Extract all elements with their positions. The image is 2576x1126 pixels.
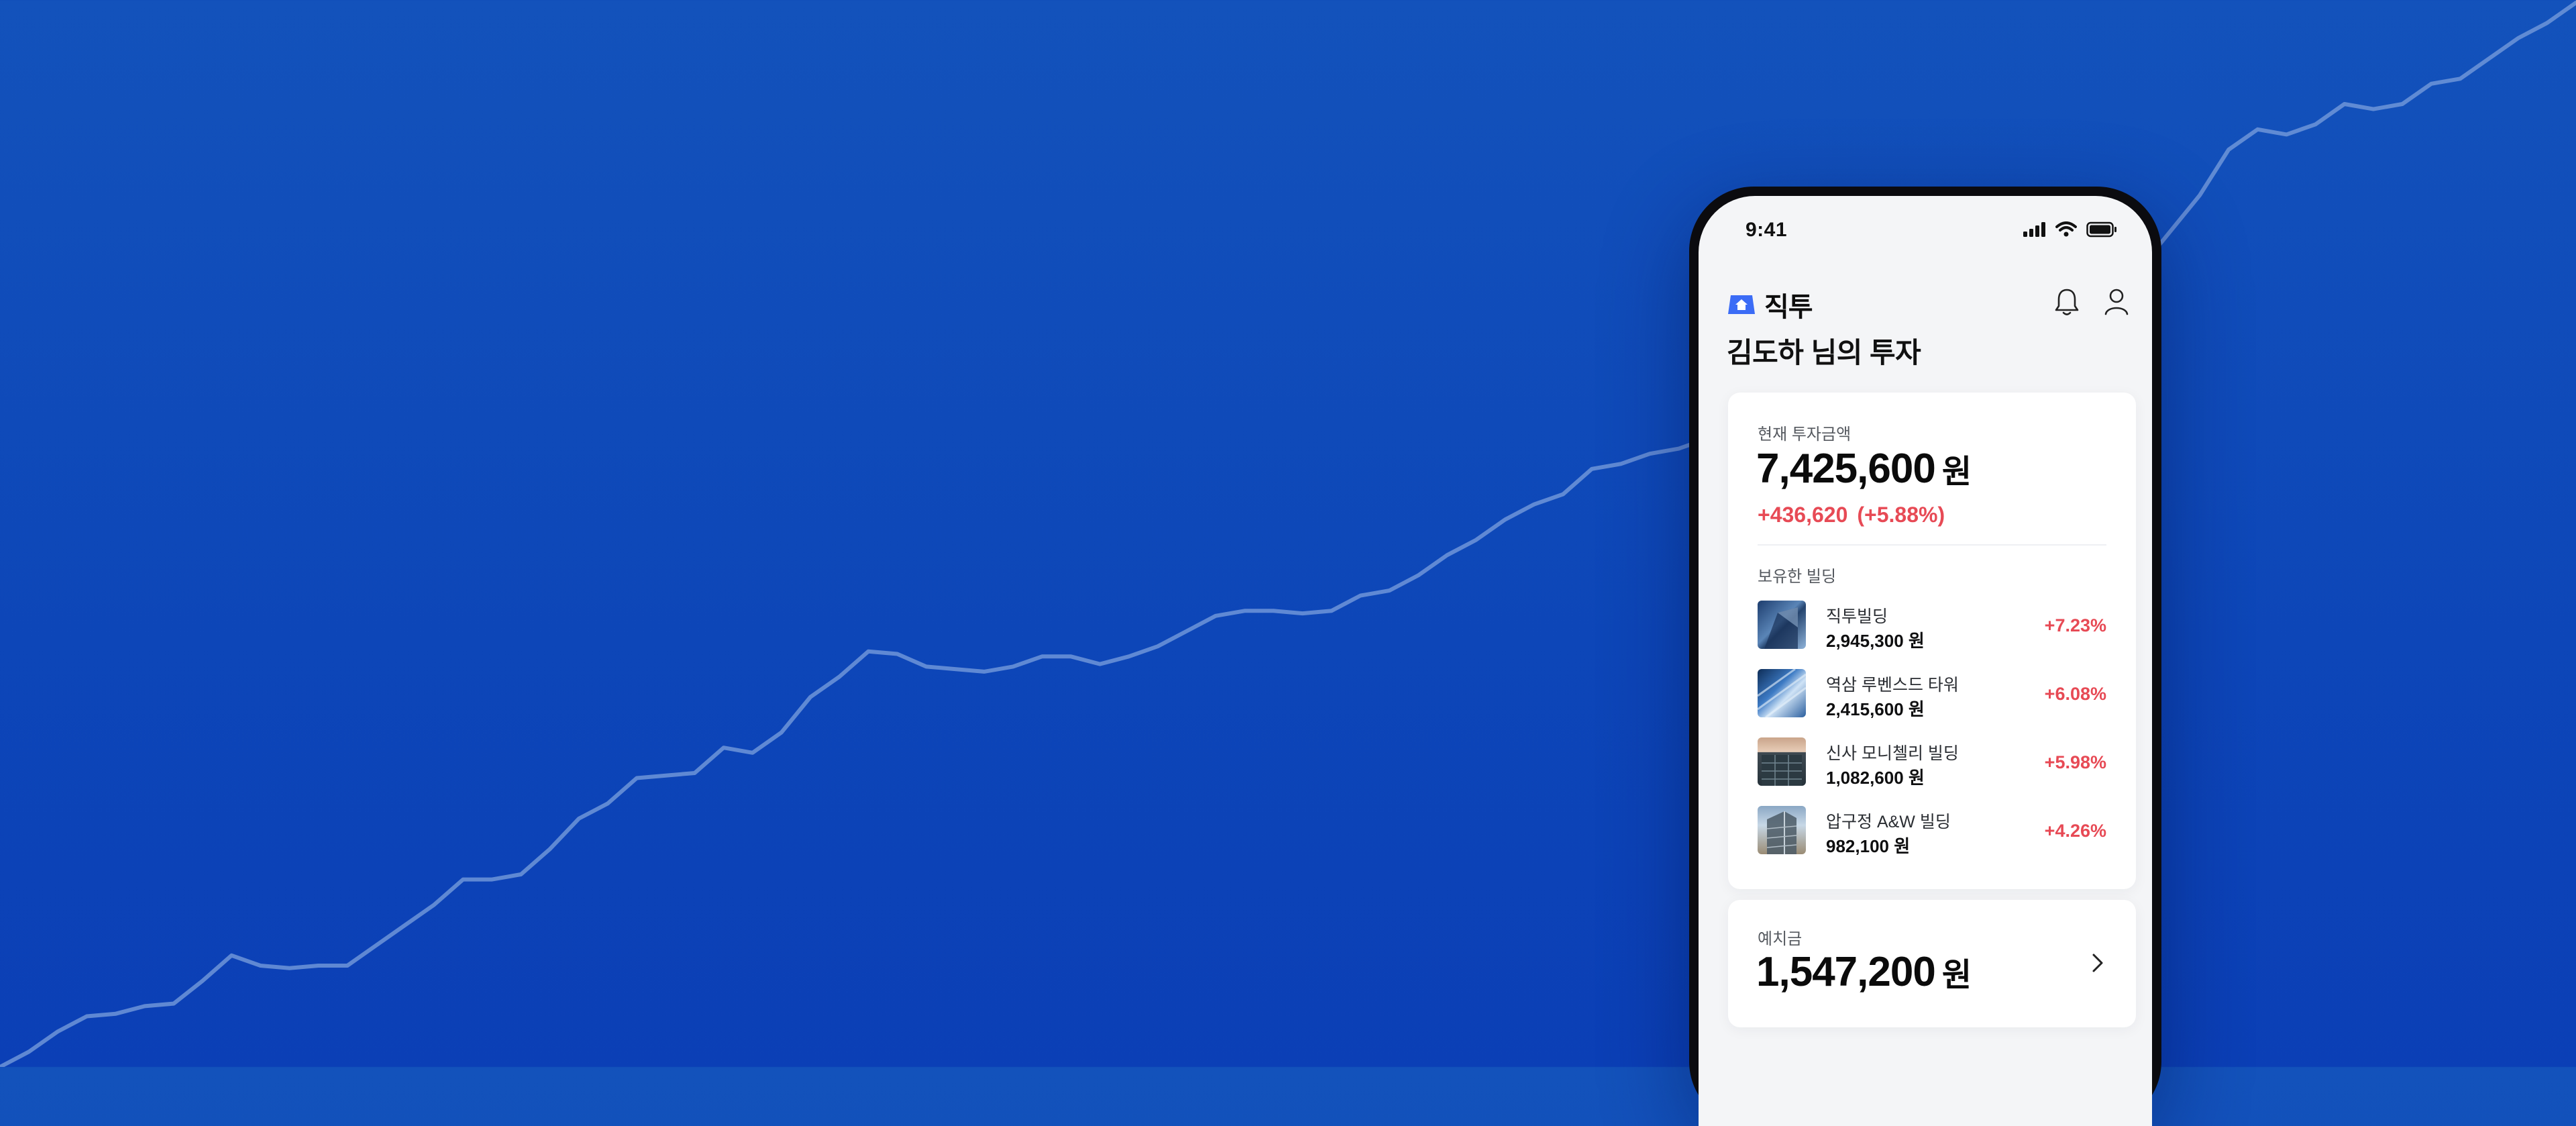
building-row[interactable]: 신사 모니첼리 빌딩 1,082,600 원 +5.98% (1758, 737, 2106, 806)
investment-amount-unit: 원 (1941, 454, 1972, 490)
app-logo[interactable]: 직투 (1725, 285, 1813, 324)
status-icons (2023, 221, 2117, 238)
building-row[interactable]: 직투빌딩 2,945,300 원 +7.23% (1758, 601, 2106, 669)
divider (1758, 544, 2106, 546)
deposit-amount-unit: 원 (1941, 958, 1972, 993)
change-amount: +436,620 (1758, 503, 1848, 527)
investment-amount: 7,425,600 원 (1756, 445, 1972, 493)
bell-icon (2055, 289, 2079, 315)
building-change: +7.23% (2044, 615, 2106, 635)
deposit-label: 예치금 (1758, 930, 1803, 948)
user-icon (2104, 289, 2129, 315)
building-amount: 2,415,600 원 (1826, 699, 1925, 719)
building-list: 직투빌딩 2,945,300 원 +7.23% 역삼 루벤스드 타워 2,415… (1758, 601, 2106, 874)
buildings-label: 보유한 빌딩 (1758, 568, 1837, 586)
status-bar: 9:41 (1699, 196, 2152, 263)
status-time: 9:41 (1746, 219, 1788, 241)
investment-change: +436,620 (+5.88%) (1758, 503, 1945, 527)
investment-label: 현재 투자금액 (1758, 425, 1851, 444)
building-name: 압구정 A&W 빌딩 (1826, 813, 1951, 831)
building-change: +4.26% (2044, 821, 2106, 841)
building-name: 직투빌딩 (1826, 607, 1888, 626)
building-thumbnail (1758, 601, 1806, 649)
change-percent: (+5.88%) (1857, 503, 1945, 527)
signal-icon (2023, 222, 2045, 237)
investment-amount-value: 7,425,600 (1756, 446, 1936, 492)
investment-card: 현재 투자금액 7,425,600 원 +436,620 (+5.88%) 보유한 … (1728, 393, 2136, 889)
notification-button[interactable] (2051, 287, 2082, 317)
app-header: 직투 (1699, 273, 2152, 327)
house-logo-icon (1728, 295, 1755, 314)
building-row[interactable]: 압구정 A&W 빌딩 982,100 원 +4.26% (1758, 806, 2106, 874)
deposit-amount: 1,547,200 원 (1756, 948, 1972, 996)
building-name: 역삼 루벤스드 타워 (1826, 676, 1959, 695)
profile-button[interactable] (2101, 287, 2132, 317)
trend-line-path (0, 1, 2576, 1067)
battery-icon (2086, 221, 2116, 238)
building-thumbnail (1758, 806, 1806, 854)
logo-text: 직투 (1764, 293, 1813, 322)
phone-screen: 9:41 직투 김도하 님의 투자 현재 투자금액 7,425,600 원 +4… (1699, 196, 2152, 1126)
building-change: +6.08% (2044, 684, 2106, 704)
building-amount: 1,082,600 원 (1826, 768, 1925, 788)
building-thumbnail (1758, 669, 1806, 717)
background-trend-line (0, 1, 2576, 1067)
deposit-card[interactable]: 예치금 1,547,200 원 (1728, 900, 2136, 1027)
chevron-right-icon[interactable] (2088, 950, 2108, 976)
building-amount: 982,100 원 (1826, 836, 1911, 856)
building-name: 신사 모니첼리 빌딩 (1826, 744, 1959, 763)
wifi-icon (2055, 221, 2077, 237)
building-row[interactable]: 역삼 루벤스드 타워 2,415,600 원 +6.08% (1758, 669, 2106, 737)
phone-mockup: 9:41 직투 김도하 님의 투자 현재 투자금액 7,425,600 원 +4… (1689, 187, 2161, 1126)
building-change: +5.98% (2044, 752, 2106, 772)
building-amount: 2,945,300 원 (1826, 631, 1925, 651)
deposit-amount-value: 1,547,200 (1756, 949, 1936, 995)
greeting-title: 김도하 님의 투자 (1727, 337, 1921, 368)
building-thumbnail (1758, 737, 1806, 786)
